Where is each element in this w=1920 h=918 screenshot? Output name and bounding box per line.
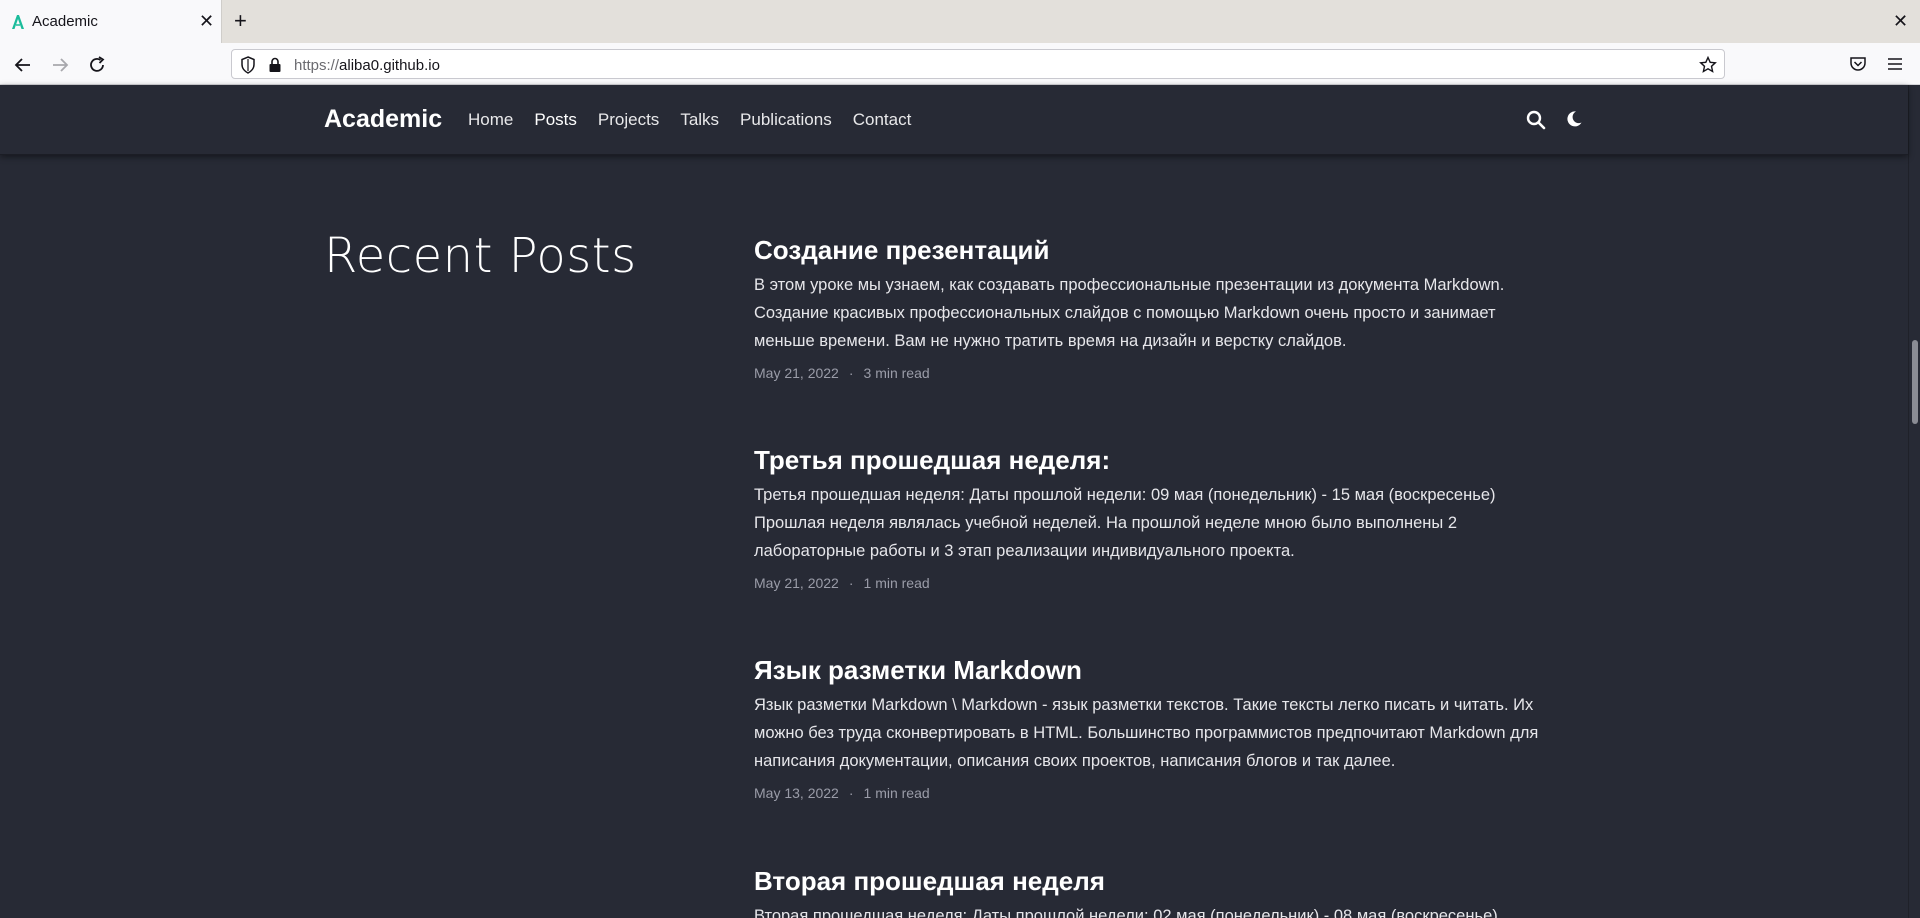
hamburger-menu-icon[interactable]: [1886, 55, 1904, 73]
url-prefix: https://: [294, 57, 340, 74]
post-meta: May 21, 2022 · 1 min read: [754, 575, 1554, 591]
post-summary: Язык разметки Markdown \ Markdown - язык…: [754, 696, 1539, 770]
url-domain: aliba0.github.io: [339, 57, 440, 74]
post-item: Третья прошедшая неделя: Третья прошедша…: [754, 443, 1554, 591]
post-summary: В этом уроке мы узнаем, как создавать пр…: [754, 276, 1505, 350]
address-bar[interactable]: https://aliba0.github.io: [231, 49, 1725, 79]
browser-tab[interactable]: Academic ✕: [0, 0, 222, 43]
url-text: https://aliba0.github.io: [294, 57, 440, 74]
post-item: Вторая прошедшая неделя Вторая прошедшая…: [754, 864, 1554, 918]
scrollbar-thumb[interactable]: [1912, 340, 1918, 424]
bookmark-star-icon[interactable]: [1699, 56, 1717, 74]
tab-title: Academic: [32, 13, 98, 30]
menu-item-talks[interactable]: Talks: [680, 110, 719, 130]
section-title: Recent Posts: [324, 228, 637, 284]
page-scrollbar[interactable]: [1908, 85, 1920, 918]
main-menu: Home Posts Projects Talks Publications C…: [468, 110, 911, 130]
post-date: May 21, 2022: [754, 365, 839, 381]
meta-separator: ·: [848, 785, 854, 801]
post-date: May 21, 2022: [754, 575, 839, 591]
meta-separator: ·: [848, 365, 854, 381]
post-read-time: 1 min read: [863, 575, 930, 591]
post-read-time: 1 min read: [863, 785, 930, 801]
post-item: Создание презентаций В этом уроке мы узн…: [754, 233, 1554, 381]
post-meta: May 21, 2022 · 3 min read: [754, 365, 1554, 381]
back-arrow-icon[interactable]: [12, 54, 34, 76]
menu-item-publications[interactable]: Publications: [740, 110, 832, 130]
post-item: Язык разметки Markdown Язык разметки Mar…: [754, 653, 1554, 801]
post-title[interactable]: Язык разметки Markdown: [754, 653, 1554, 687]
meta-separator: ·: [848, 575, 854, 591]
pocket-icon[interactable]: [1849, 55, 1867, 73]
academic-logo-icon: [12, 15, 24, 29]
close-window-icon[interactable]: ✕: [1893, 10, 1908, 32]
menu-item-projects[interactable]: Projects: [598, 110, 659, 130]
post-summary: Третья прошедшая неделя: Даты прошлой не…: [754, 486, 1496, 560]
browser-nav-bar: https://aliba0.github.io: [0, 43, 1920, 85]
search-icon[interactable]: [1526, 110, 1546, 130]
close-tab-icon[interactable]: ✕: [199, 10, 214, 32]
post-title[interactable]: Вторая прошедшая неделя: [754, 864, 1554, 898]
post-read-time: 3 min read: [863, 365, 930, 381]
site-header: Academic Home Posts Projects Talks Publi…: [0, 85, 1908, 155]
lock-icon[interactable]: [267, 56, 283, 74]
post-date: May 13, 2022: [754, 785, 839, 801]
moon-icon[interactable]: [1565, 110, 1583, 128]
shield-icon[interactable]: [240, 56, 256, 74]
site-brand[interactable]: Academic: [324, 105, 442, 134]
browser-tab-bar: Academic ✕ + ✕: [0, 0, 1920, 43]
menu-item-home[interactable]: Home: [468, 110, 513, 130]
menu-item-contact[interactable]: Contact: [853, 110, 912, 130]
post-summary: Вторая прошедшая неделя: Даты прошлой не…: [754, 907, 1498, 918]
main-content: Recent Posts Создание презентаций В этом…: [0, 155, 1908, 918]
reload-icon[interactable]: [86, 54, 108, 76]
new-tab-icon[interactable]: +: [234, 8, 247, 34]
menu-item-posts[interactable]: Posts: [534, 110, 577, 130]
post-title[interactable]: Создание презентаций: [754, 233, 1554, 267]
post-title[interactable]: Третья прошедшая неделя:: [754, 443, 1554, 477]
post-meta: May 13, 2022 · 1 min read: [754, 785, 1554, 801]
forward-arrow-icon[interactable]: [49, 54, 71, 76]
